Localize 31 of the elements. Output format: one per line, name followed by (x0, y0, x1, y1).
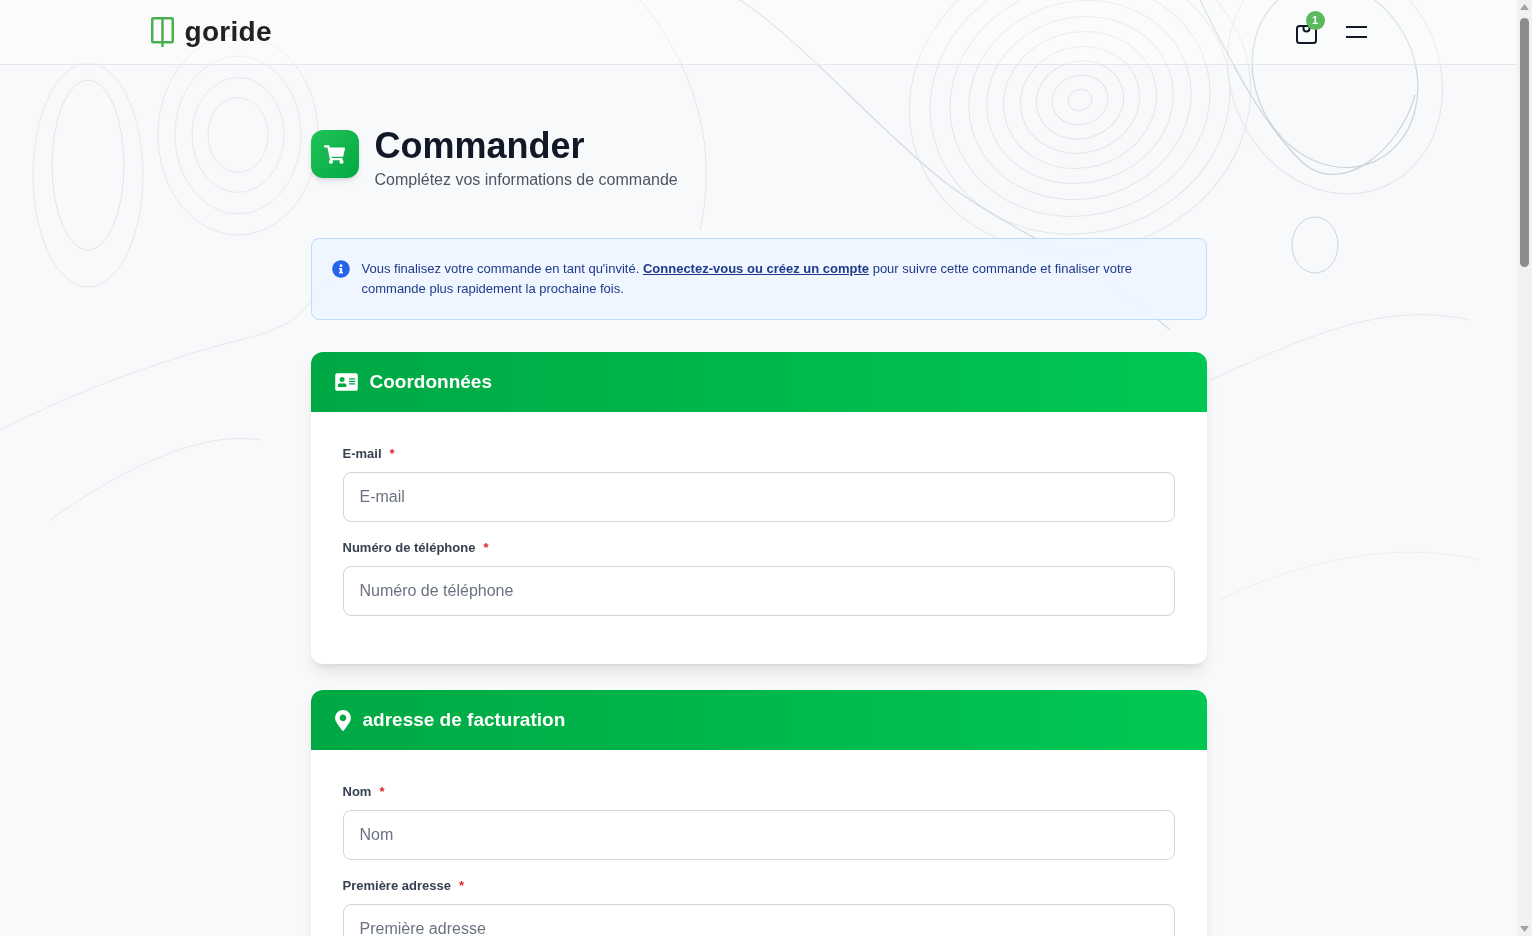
text-field[interactable]: Nom (342, 810, 1175, 860)
logo-icon (150, 17, 174, 47)
id-card-icon (334, 372, 358, 392)
text-field[interactable]: Numéro de téléphone (342, 566, 1175, 616)
shopping-bag-icon[interactable] (1295, 24, 1318, 44)
section-title: Coordonnées (369, 369, 492, 394)
page-subtitle: Complétez vos informations de commande (374, 170, 678, 190)
field-label: Numéro de téléphone (342, 539, 476, 557)
scrollbar-thumb[interactable] (1520, 18, 1529, 267)
scroll-up-arrow-icon[interactable] (1520, 4, 1529, 10)
field-label: E-mail (342, 445, 382, 463)
field-label: Première adresse (342, 877, 451, 895)
required-asterisk: * (458, 877, 464, 895)
logo-link[interactable]: goride (150, 17, 272, 47)
page-title: Commander (374, 126, 586, 166)
info-icon (331, 260, 350, 278)
required-asterisk: * (483, 539, 489, 557)
cart-icon (310, 130, 359, 178)
scroll-down-arrow-icon[interactable] (1520, 926, 1529, 932)
field-label: Nom (342, 783, 372, 801)
cart-count-badge: 1 (1305, 11, 1325, 30)
required-asterisk: * (379, 783, 385, 801)
map-pin-icon (334, 709, 351, 731)
menu-icon[interactable] (1345, 26, 1367, 38)
login-link[interactable]: Connectez-vous ou créez un compte (642, 261, 870, 276)
guest-checkout-notice: Vous finalisez votre commande en tant qu'invité. Connectez-vous ou créez un compte pour suivre cette commande et finaliser votre commande plus rapidement la prochaine fois. (361, 260, 1134, 298)
required-asterisk: * (389, 445, 395, 463)
scrollbar[interactable] (1517, 0, 1532, 936)
text-field[interactable]: Première adresse (342, 904, 1175, 936)
text-field[interactable]: E-mail (342, 472, 1175, 522)
section-title: adresse de facturation (362, 707, 566, 732)
